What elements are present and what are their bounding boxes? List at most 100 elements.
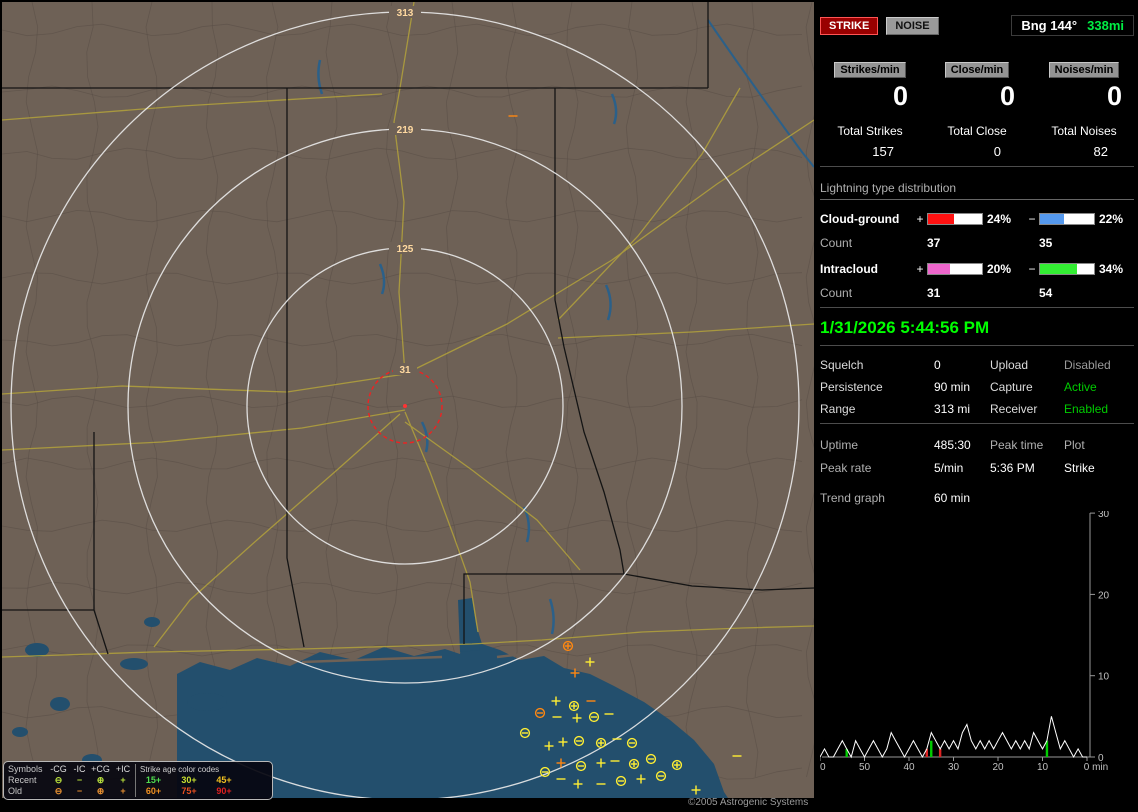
close-per-min-value: 0 [999, 81, 1015, 111]
minus-sign: − [1028, 262, 1036, 276]
divider [820, 345, 1134, 346]
capture-label: Capture [990, 380, 1033, 394]
cloud-ground-label: Cloud-ground [820, 212, 900, 226]
svg-text:10: 10 [1037, 762, 1049, 773]
divider [820, 423, 1134, 424]
noises-per-min-chip[interactable]: Noises/min [1048, 62, 1120, 78]
svg-text:20: 20 [992, 762, 1004, 773]
total-close-value: 0 [993, 144, 1001, 159]
trend-graph: 30201006050403020100 min [820, 511, 1110, 773]
persistence-label: Persistence [820, 380, 883, 394]
divider [820, 307, 1134, 308]
ic-plus-pct: 20% [987, 262, 1012, 276]
persistence-value: 90 min [934, 380, 971, 394]
divider [820, 166, 1134, 167]
total-noises-value: 82 [1093, 144, 1108, 159]
receiver-label: Receiver [990, 402, 1038, 416]
svg-text:60: 60 [820, 762, 826, 773]
age-45: 45+ [216, 775, 232, 785]
svg-text:30: 30 [948, 762, 960, 773]
intracloud-row: Intracloud + 20% − 34% [820, 262, 1134, 276]
ic-plus-bar [927, 263, 983, 275]
uptime-value: 485:30 [934, 438, 971, 452]
status-panel: STRIKE NOISE Bng 144° 338mi Strikes/min … [818, 0, 1136, 812]
total-noises-label: Total Noises [1051, 124, 1117, 138]
recent-pic-icon: + [120, 775, 126, 785]
age-30: 30+ [181, 775, 197, 785]
legend-col-nic: -IC [73, 764, 86, 774]
cloud-ground-count-row: Count 37 35 [820, 236, 1134, 250]
trend-graph-label: Trend graph [820, 491, 885, 505]
ic-minus-count: 54 [1039, 286, 1053, 300]
age-60: 60+ [135, 786, 171, 797]
nexstorm-app: 313 219 125 31 Symbols -CG -IC +CG +IC Stri… [0, 0, 1138, 812]
bearing-distance: 338mi [1087, 18, 1124, 33]
svg-text:10: 10 [1098, 672, 1110, 683]
map-legend: Symbols -CG -IC +CG +IC Strike age color… [3, 761, 273, 800]
ic-plus-count: 31 [927, 286, 941, 300]
svg-text:30: 30 [1098, 511, 1110, 520]
ring-label-31: 31 [399, 365, 411, 376]
legend-symbols-header: Symbols [8, 764, 43, 774]
upload-label: Upload [990, 358, 1029, 372]
legend-age-header: Strike age color codes [135, 764, 241, 775]
ic-minus-pct: 34% [1099, 262, 1124, 276]
copyright-text: ©2005 Astrogenic Systems [688, 797, 809, 808]
legend-col-pcg: +CG [91, 764, 110, 774]
recent-ncg-icon: ⊖ [54, 775, 63, 785]
trend-red-bar [938, 748, 942, 757]
age-75: 75+ [181, 786, 197, 796]
peak-rate-label: Peak rate [820, 461, 872, 475]
legend-old-label: Old [8, 786, 23, 796]
intracloud-count-row: Count 31 54 [820, 286, 1134, 300]
svg-text:20: 20 [1098, 590, 1110, 601]
peak-time-label: Peak time [990, 438, 1044, 452]
old-pcg-icon: ⊕ [96, 786, 105, 796]
plus-sign: + [916, 262, 924, 276]
radar-map: 313 219 125 31 Symbols -CG -IC +CG +IC Stri… [2, 2, 814, 800]
minus-sign: − [1028, 212, 1036, 226]
old-ncg-icon: ⊖ [54, 786, 63, 796]
intracloud-label: Intracloud [820, 262, 879, 276]
ic-minus-bar [1039, 263, 1095, 275]
bearing-readout: Bng 144° 338mi [1011, 15, 1134, 36]
cloud-ground-row: Cloud-ground + 24% − 22% [820, 212, 1134, 226]
capture-state: Active [1064, 380, 1097, 394]
upload-state: Disabled [1064, 358, 1111, 372]
noise-button[interactable]: NOISE [886, 16, 939, 35]
squelch-label: Squelch [820, 358, 864, 372]
count-label: Count [820, 236, 853, 250]
cg-minus-bar [1039, 213, 1095, 225]
strikes-per-min-value: 0 [892, 81, 908, 111]
distribution-title: Lightning type distribution [820, 181, 1134, 200]
old-pic-icon: + [120, 786, 126, 796]
strikes-per-min-chip[interactable]: Strikes/min [834, 62, 906, 78]
close-per-min-chip[interactable]: Close/min [944, 62, 1010, 78]
recent-nic-icon: − [76, 775, 83, 785]
noises-per-min-value: 0 [1106, 81, 1122, 111]
lake-pontchartrain [187, 693, 227, 711]
plot-value: Strike [1064, 461, 1095, 475]
recent-pcg-icon: ⊕ [96, 775, 105, 785]
receiver-state: Enabled [1064, 402, 1109, 416]
svg-text:50: 50 [859, 762, 871, 773]
map-canvas: 313 219 125 31 [2, 2, 814, 798]
cg-plus-count: 37 [927, 236, 941, 250]
legend-col-pic: +IC [115, 764, 131, 774]
plus-sign: + [916, 212, 924, 226]
total-strikes-value: 157 [872, 144, 894, 159]
cg-minus-count: 35 [1039, 236, 1053, 250]
age-90: 90+ [216, 786, 232, 796]
current-datetime: 1/31/2026 5:44:56 PM [820, 318, 990, 337]
svg-text:0 min: 0 min [1084, 762, 1108, 773]
legend-col-ncg: -CG [50, 764, 67, 774]
cg-plus-bar [927, 213, 983, 225]
range-label: Range [820, 402, 856, 416]
peak-rate-value: 5/min [934, 461, 964, 475]
range-value: 313 mi [934, 402, 971, 416]
strike-button[interactable]: STRIKE [820, 16, 879, 35]
count-label: Count [820, 286, 853, 300]
cg-minus-pct: 22% [1099, 212, 1124, 226]
sensor-location-dot [403, 404, 407, 408]
old-nic-icon: − [76, 786, 83, 796]
